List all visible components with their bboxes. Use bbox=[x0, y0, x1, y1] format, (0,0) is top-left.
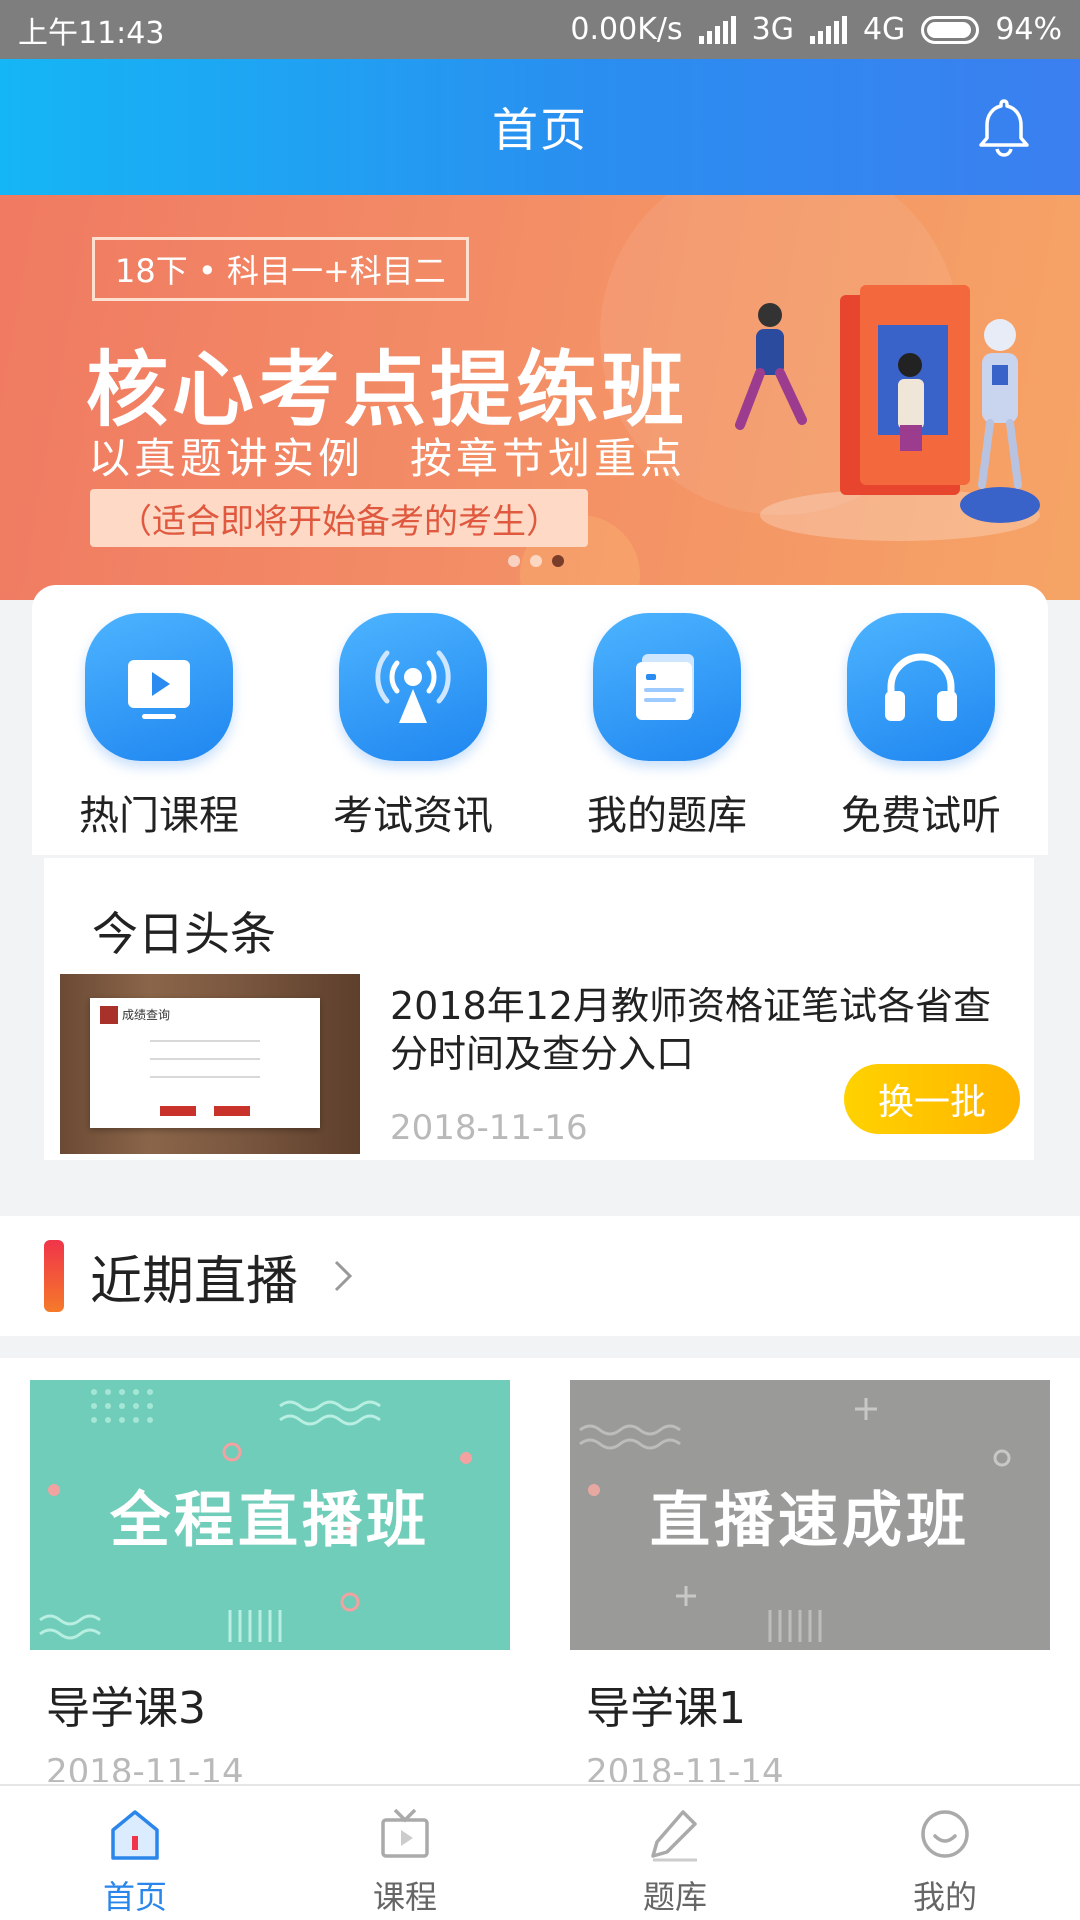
signal-icon bbox=[698, 15, 736, 44]
battery-icon bbox=[921, 15, 980, 44]
live-card[interactable]: 直播速成班 导学课1 2018-11-14 bbox=[570, 1380, 1050, 1782]
signal-hd-icon bbox=[809, 15, 847, 44]
net-speed: 0.00K/s bbox=[570, 12, 683, 47]
live-card-title: 导学课1 bbox=[586, 1683, 746, 1734]
thumbnail-logo bbox=[100, 1006, 118, 1024]
page-title: 首页 bbox=[492, 103, 588, 157]
home-icon bbox=[111, 1810, 159, 1860]
banner-tag: 18下 • 科目一+科目二 bbox=[92, 237, 469, 301]
status-time: 上午11:43 bbox=[18, 15, 165, 51]
news-thumbnail[interactable]: 成绩查询 bbox=[60, 974, 360, 1154]
live-course-list: 全程直播班 导学课3 2018-11-14 直播速成班 导学课1 2018-11… bbox=[0, 1358, 1080, 1784]
banner-subline: 以真题讲实例 按章节划重点 bbox=[88, 434, 687, 483]
bottom-tab-bar: 首页 课程 题库 我的 bbox=[0, 1784, 1080, 1920]
document-icon bbox=[593, 613, 741, 761]
carousel-dot[interactable] bbox=[508, 555, 520, 567]
live-card-cover: 全程直播班 bbox=[30, 1380, 510, 1650]
entry-hot-courses[interactable]: 热门课程 bbox=[49, 613, 269, 855]
entry-label: 免费试听 bbox=[841, 793, 1001, 839]
chevron-right-icon bbox=[334, 1260, 353, 1292]
section-accent-bar bbox=[44, 1240, 64, 1312]
live-card-cover: 直播速成班 bbox=[570, 1380, 1050, 1650]
cover-text: 直播速成班 bbox=[650, 1485, 970, 1556]
status-indicators: 0.00K/s 3G 4G 94% bbox=[570, 12, 1062, 47]
cover-text: 全程直播班 bbox=[110, 1485, 430, 1556]
broadcast-icon bbox=[339, 613, 487, 761]
network-3g: 3G bbox=[751, 12, 794, 47]
tab-label: 首页 bbox=[102, 1878, 167, 1916]
news-date: 2018-11-16 bbox=[390, 1108, 588, 1148]
tab-label: 课程 bbox=[372, 1878, 437, 1916]
thumbnail-button bbox=[214, 1106, 250, 1116]
banner-pill: （适合即将开始备考的考生） bbox=[90, 489, 588, 547]
carousel-dot[interactable] bbox=[552, 555, 564, 567]
tab-home[interactable]: 首页 bbox=[0, 1786, 270, 1920]
tv-icon bbox=[381, 1808, 429, 1858]
pencil-icon bbox=[651, 1810, 697, 1862]
thumbnail-title: 成绩查询 bbox=[122, 1008, 171, 1022]
refresh-batch-button[interactable]: 换一批 bbox=[844, 1064, 1020, 1134]
headline-news-card: 今日头条 成绩查询 2018年12月教师资格证笔试各省查分时间及查分入口 201… bbox=[44, 858, 1034, 1160]
tab-label: 题库 bbox=[642, 1878, 707, 1916]
news-section-title: 今日头条 bbox=[92, 907, 276, 961]
recent-live-header[interactable]: 近期直播 bbox=[0, 1216, 1080, 1336]
thumbnail-line bbox=[150, 1040, 260, 1042]
entry-my-question-bank[interactable]: 我的题库 bbox=[557, 613, 777, 855]
quick-entry-grid: 热门课程 考试资讯 我的题库 免费试听 bbox=[32, 585, 1048, 855]
carousel-dot[interactable] bbox=[530, 555, 542, 567]
section-title: 近期直播 bbox=[90, 1251, 299, 1312]
play-video-icon bbox=[85, 613, 233, 761]
entry-label: 我的题库 bbox=[587, 793, 747, 839]
entry-exam-news[interactable]: 考试资讯 bbox=[303, 613, 523, 855]
tab-profile[interactable]: 我的 bbox=[810, 1786, 1080, 1920]
tab-question-bank[interactable]: 题库 bbox=[540, 1786, 810, 1920]
entry-label: 热门课程 bbox=[79, 793, 239, 839]
tab-label: 我的 bbox=[912, 1878, 977, 1916]
thumbnail-button bbox=[160, 1106, 196, 1116]
entry-free-trial[interactable]: 免费试听 bbox=[811, 613, 1031, 855]
promo-banner[interactable]: 18下 • 科目一+科目二 核心考点提练班 以真题讲实例 按章节划重点 （适合即… bbox=[0, 195, 1080, 600]
network-4g: 4G bbox=[862, 12, 906, 47]
headphones-icon bbox=[847, 613, 995, 761]
thumbnail-line bbox=[150, 1058, 260, 1060]
entry-label: 考试资讯 bbox=[333, 793, 493, 839]
status-bar: 上午11:43 0.00K/s 3G 4G 94% bbox=[0, 0, 1080, 59]
app-header: 首页 bbox=[0, 59, 1080, 195]
user-face-icon bbox=[921, 1810, 969, 1858]
thumbnail-screenshot: 成绩查询 bbox=[90, 998, 320, 1128]
live-card[interactable]: 全程直播班 导学课3 2018-11-14 bbox=[30, 1380, 510, 1782]
thumbnail-line bbox=[150, 1076, 260, 1078]
live-card-date: 2018-11-14 bbox=[46, 1752, 244, 1782]
battery-percent: 94% bbox=[995, 12, 1062, 47]
live-card-date: 2018-11-14 bbox=[586, 1752, 784, 1782]
bell-icon[interactable] bbox=[972, 95, 1036, 159]
study-illustration bbox=[735, 285, 1040, 541]
carousel-dots[interactable] bbox=[508, 555, 564, 567]
live-card-title: 导学课3 bbox=[46, 1683, 206, 1734]
tab-courses[interactable]: 课程 bbox=[270, 1786, 540, 1920]
